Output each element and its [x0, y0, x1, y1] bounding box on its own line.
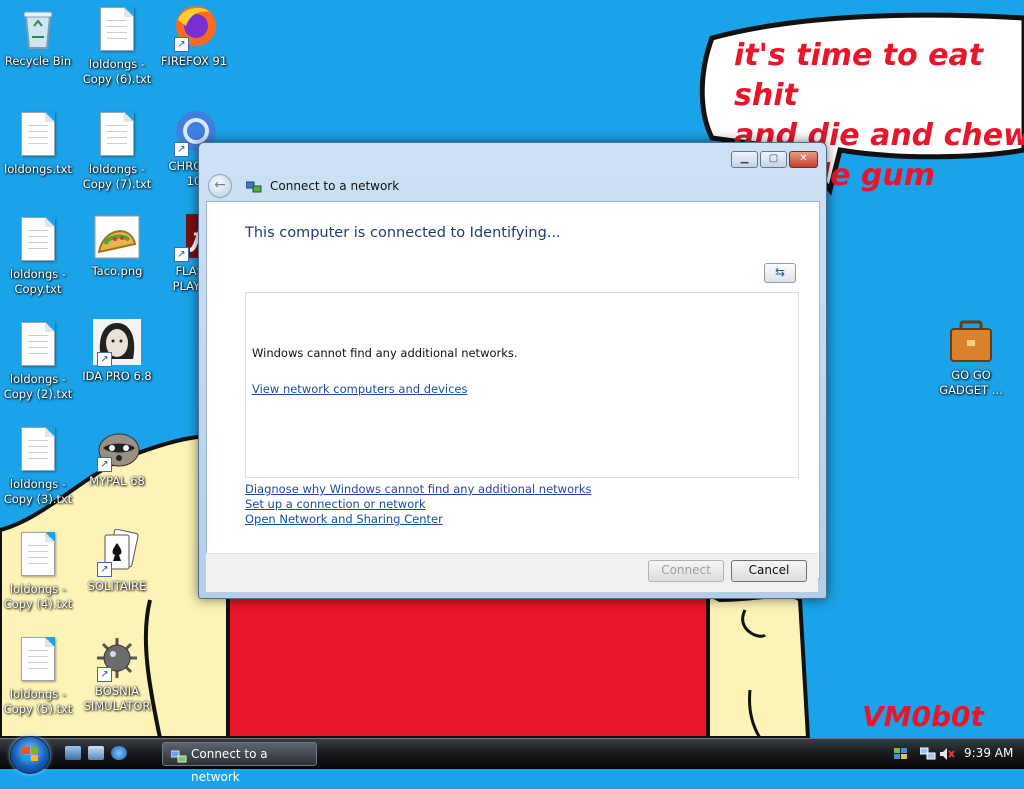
maximize-button[interactable]: ▢ — [760, 151, 787, 168]
desktop-icon-label: loldongs - Copy (3).txt — [3, 477, 73, 506]
desktop-icon-loldongs-copy-2[interactable]: loldongs - Copy (2).txt — [0, 319, 76, 402]
firefox-icon: ↗ — [170, 4, 218, 52]
dialog-content: This computer is connected to Identifyin… — [206, 201, 820, 579]
desktop-icon-bosnia-simulator[interactable]: ↗ BOSNIA SIMULATOR — [79, 634, 155, 714]
taskbar-clock[interactable]: 9:39 AM — [964, 746, 1013, 760]
network-icon — [170, 748, 187, 763]
desktop-icon-loldongs-copy-7[interactable]: loldongs - Copy (7).txt — [79, 109, 155, 192]
desktop-icon-taco-png[interactable]: Taco.png — [79, 214, 155, 279]
shortcut-arrow-icon: ↗ — [97, 562, 112, 577]
text-file-icon — [14, 217, 62, 265]
desktop-icon-label: loldongs - Copy (2).txt — [3, 372, 73, 401]
ida-pro-icon: ↗ — [93, 319, 141, 367]
network-sharing-center-link[interactable]: Open Network and Sharing Center — [245, 512, 591, 527]
switch-windows-icon[interactable] — [88, 746, 104, 760]
desktop-icon-loldongs-copy[interactable]: loldongs - Copy.txt — [0, 214, 76, 297]
minesweeper-mine-icon: ↗ — [93, 634, 141, 682]
network-status-icon[interactable] — [919, 746, 936, 760]
shortcut-arrow-icon: ↗ — [97, 352, 112, 367]
connect-to-network-window[interactable]: ▁ ▢ ✕ ← Connect to a network This comput… — [198, 142, 827, 599]
text-file-icon — [14, 112, 62, 160]
close-button[interactable]: ✕ — [789, 151, 818, 168]
shortcut-arrow-icon: ↗ — [97, 457, 112, 472]
back-button[interactable]: ← — [208, 174, 232, 198]
taskbar-item-label: Connect to a network — [191, 747, 268, 784]
window-controls: ▁ ▢ ✕ — [731, 151, 818, 168]
desktop-icon-label: loldongs - Copy (4).txt — [3, 582, 73, 611]
desktop-icon-recycle-bin[interactable]: Recycle Bin — [0, 4, 76, 69]
desktop-icon-loldongs[interactable]: loldongs.txt — [0, 109, 76, 177]
text-file-icon — [14, 532, 62, 580]
minimize-button[interactable]: ▁ — [731, 151, 758, 168]
desktop-icon-loldongs-copy-4[interactable]: loldongs - Copy (4).txt — [0, 529, 76, 612]
shortcut-arrow-icon: ↗ — [174, 142, 189, 157]
network-list[interactable]: Windows cannot find any additional netwo… — [245, 292, 799, 478]
desktop-icon-label: BOSNIA SIMULATOR — [83, 684, 151, 713]
task-links: Diagnose why Windows cannot find any add… — [245, 482, 591, 527]
volume-muted-icon[interactable] — [939, 746, 955, 760]
desktop-icon-firefox[interactable]: ↗ FIREFOX 91 — [156, 4, 232, 69]
taco-image-icon — [93, 214, 141, 262]
taskbar: Connect to a network 9:39 AM — [0, 736, 1024, 784]
briefcase-icon — [947, 318, 995, 366]
desktop-icon-loldongs-copy-6[interactable]: loldongs - Copy (6).txt — [79, 4, 155, 87]
desktop-icon-label: loldongs - Copy (5).txt — [3, 687, 73, 716]
desktop-icon-label: SOLITAIRE — [87, 579, 147, 593]
windows-logo-icon — [22, 747, 38, 761]
desktop-icon-label: IDA PRO 6.8 — [82, 369, 152, 383]
window-title: Connect to a network — [270, 179, 400, 193]
desktop-icon-solitaire[interactable]: ↗ SOLITAIRE — [79, 528, 155, 594]
desktop-icon-label: MYPAL 68 — [89, 474, 145, 488]
cancel-button[interactable]: Cancel — [731, 560, 807, 582]
desktop-icon-label: loldongs - Copy (6).txt — [82, 57, 152, 86]
view-network-computers-link[interactable]: View network computers and devices — [252, 382, 467, 396]
text-file-icon — [14, 637, 62, 685]
desktop-icon-label: Taco.png — [91, 264, 143, 278]
desktop-icon-go-go-gadget[interactable]: GO GO GADGET ... — [933, 318, 1009, 398]
network-icon — [245, 179, 262, 193]
internet-explorer-icon[interactable] — [111, 746, 127, 760]
taskbar-item-connect-to-network[interactable]: Connect to a network — [162, 742, 317, 784]
diagnose-link[interactable]: Diagnose why Windows cannot find any add… — [245, 482, 591, 497]
refresh-icon: ⇆ — [774, 265, 786, 279]
text-file-icon — [14, 322, 62, 370]
shortcut-arrow-icon: ↗ — [174, 247, 189, 262]
desktop-icon-mypal[interactable]: ↗ MYPAL 68 — [79, 424, 155, 489]
start-button[interactable] — [10, 736, 50, 774]
desktop-icon-loldongs-copy-5[interactable]: loldongs - Copy (5).txt — [0, 634, 76, 717]
no-networks-message: Windows cannot find any additional netwo… — [252, 346, 518, 360]
desktop-icon-label: GO GO GADGET ... — [939, 368, 1003, 397]
text-file-icon — [93, 112, 141, 160]
window-navbar: ← Connect to a network — [205, 171, 820, 201]
window-titlebar[interactable]: ▁ ▢ ✕ — [199, 143, 826, 173]
desktop-icon-label: Recycle Bin — [4, 54, 72, 68]
refresh-button[interactable]: ⇆ — [764, 263, 796, 283]
windows-sidebar-icon[interactable] — [893, 746, 909, 760]
recycle-bin-icon — [14, 4, 62, 52]
wallpaper-signature: VM0b0t — [862, 700, 984, 733]
solitaire-icon: ↗ — [93, 528, 141, 577]
desktop-icon-label: loldongs - Copy.txt — [9, 267, 67, 296]
text-file-icon — [14, 427, 62, 475]
show-desktop-icon[interactable] — [65, 746, 81, 760]
connection-status-heading: This computer is connected to Identifyin… — [245, 225, 561, 241]
desktop-icon-label: loldongs.txt — [4, 162, 72, 176]
desktop-icon-ida-pro[interactable]: ↗ IDA PRO 6.8 — [79, 319, 155, 384]
setup-connection-link[interactable]: Set up a connection or network — [245, 497, 591, 512]
mypal-raccoon-icon: ↗ — [93, 424, 141, 472]
text-file-icon — [93, 7, 141, 55]
dialog-footer: Connect Cancel — [206, 553, 818, 592]
shortcut-arrow-icon: ↗ — [174, 37, 189, 52]
connect-button[interactable]: Connect — [648, 560, 724, 582]
shortcut-arrow-icon: ↗ — [97, 667, 112, 682]
desktop-icon-loldongs-copy-3[interactable]: loldongs - Copy (3).txt — [0, 424, 76, 507]
desktop-icon-label: FIREFOX 91 — [160, 54, 228, 68]
desktop-icon-label: loldongs - Copy (7).txt — [82, 162, 152, 191]
